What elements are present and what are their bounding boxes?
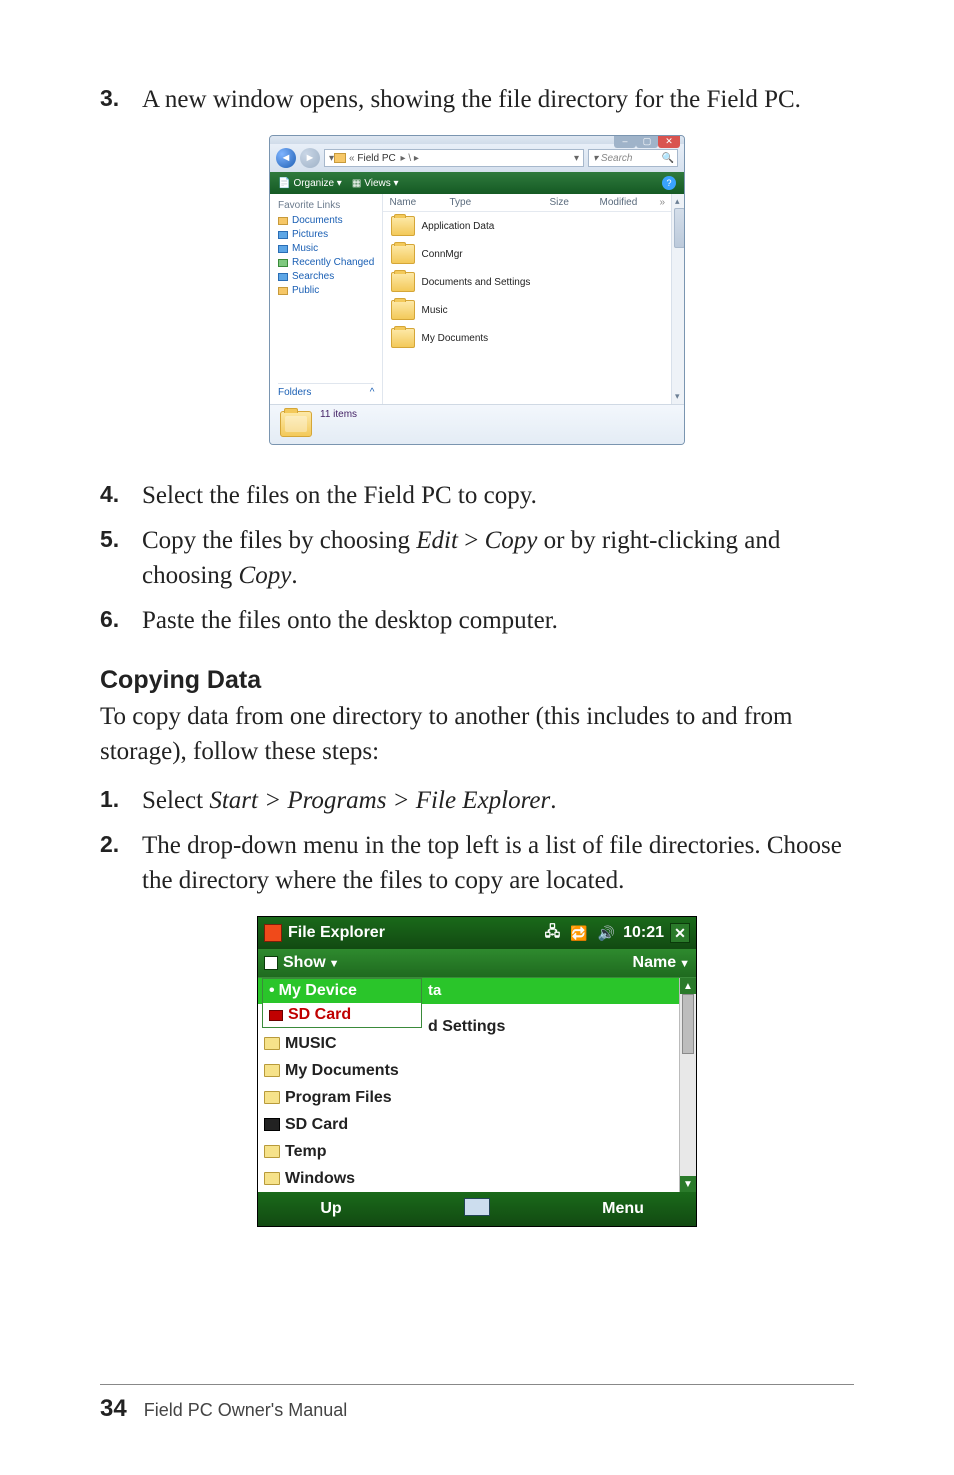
close-button[interactable]: ✕ <box>658 135 680 148</box>
list-item[interactable]: Program Files <box>264 1084 676 1111</box>
addr-label: Field PC <box>357 153 395 164</box>
folder-icon <box>264 1064 280 1077</box>
list-item[interactable]: Application Data <box>383 212 671 240</box>
list-item[interactable]: ConnMgr <box>383 240 671 268</box>
file-list: Application Data ConnMgr Documents and S… <box>383 212 671 404</box>
views-menu[interactable]: ▦ Views ▾ <box>352 178 399 189</box>
folder-icon <box>264 1172 280 1185</box>
dropdown-current[interactable]: My Device <box>263 979 421 1003</box>
mobile-screenshot: File Explorer 🖧 🔁 🔊 10:21 ✕ Show▼ Name▼ … <box>100 916 854 1227</box>
folder-icon <box>264 1145 280 1158</box>
folder-icon <box>391 216 415 236</box>
status-folder-icon <box>280 411 312 437</box>
folder-icon <box>334 153 346 163</box>
scrollbar[interactable] <box>671 194 684 404</box>
list-item[interactable]: My Documents <box>264 1057 676 1084</box>
step4-num: 4. <box>100 478 142 513</box>
show-icon <box>264 956 278 970</box>
sync-icon: 🔁 <box>570 925 587 942</box>
step5-num: 5. <box>100 523 142 593</box>
footer-title: Field PC Owner's Manual <box>144 1400 348 1420</box>
softkey-menu[interactable]: Menu <box>550 1200 696 1218</box>
list-item[interactable]: Documents and Settings <box>383 268 671 296</box>
step6-num: 6. <box>100 603 142 638</box>
list-item[interactable]: My Documents <box>383 324 671 352</box>
cstep2-num: 2. <box>100 828 142 898</box>
scrollbar[interactable]: ▲ ▼ <box>679 978 696 1192</box>
fav-public[interactable]: Public <box>278 285 374 296</box>
sidebar: Favorite Links Documents Pictures Music … <box>270 194 383 404</box>
step6-text: Paste the files onto the desktop compute… <box>142 603 854 638</box>
show-menu[interactable]: Show▼ <box>283 954 340 972</box>
scroll-up-icon[interactable]: ▲ <box>680 978 696 994</box>
folder-icon <box>391 300 415 320</box>
step5-text: Copy the files by choosing Edit > Copy o… <box>142 523 854 593</box>
signal-icon: 🖧 <box>545 921 561 945</box>
fav-documents[interactable]: Documents <box>278 215 374 226</box>
dropdown-item-sdcard[interactable]: SD Card <box>263 1003 421 1027</box>
step4-text: Select the files on the Field PC to copy… <box>142 478 854 513</box>
forward-button[interactable]: ► <box>300 148 320 168</box>
step3-text: A new window opens, showing the file dir… <box>142 82 854 117</box>
softkey-up[interactable]: Up <box>258 1200 404 1218</box>
list-item[interactable]: Music <box>383 296 671 324</box>
clock: 10:21 <box>623 924 664 942</box>
list-item[interactable]: Temp <box>264 1138 676 1165</box>
volume-icon: 🔊 <box>598 925 615 942</box>
search-placeholder: Search <box>601 153 633 164</box>
list-item[interactable]: Windows <box>264 1165 676 1192</box>
search-icon: 🔍 <box>662 153 674 164</box>
search-input[interactable]: ▾ Search 🔍 <box>588 149 678 167</box>
page-footer: 34 Field PC Owner's Manual <box>100 1384 854 1423</box>
status-bar: 11 items <box>270 404 684 444</box>
directory-dropdown[interactable]: My Device SD Card <box>262 978 422 1028</box>
cstep2-text: The drop-down menu in the top left is a … <box>142 828 854 898</box>
copying-data-heading: Copying Data <box>100 666 854 695</box>
row-frag-ta: ta <box>428 982 441 999</box>
folder-icon <box>264 1091 280 1104</box>
fav-pictures[interactable]: Pictures <box>278 229 374 240</box>
fav-header: Favorite Links <box>278 200 374 211</box>
start-icon[interactable] <box>264 924 282 942</box>
minimize-button[interactable]: – <box>614 135 636 148</box>
help-icon[interactable]: ? <box>662 176 676 190</box>
folders-chevron-icon[interactable]: ^ <box>370 387 375 398</box>
close-button[interactable]: ✕ <box>670 923 690 943</box>
status-text: 11 items <box>320 409 357 420</box>
cstep1-num: 1. <box>100 783 142 818</box>
fav-recent[interactable]: Recently Changed <box>278 257 374 268</box>
folders-label[interactable]: Folders <box>278 387 311 398</box>
address-bar[interactable]: ▾ « Field PC ▸ \ ▸ ▾ <box>324 149 584 167</box>
scroll-down-icon[interactable]: ▼ <box>680 1176 696 1192</box>
organize-menu[interactable]: 📄 Organize ▾ <box>278 178 342 189</box>
sdcard-icon <box>269 1010 283 1021</box>
fav-music[interactable]: Music <box>278 243 374 254</box>
folder-icon <box>264 1037 280 1050</box>
addr-sep: ▸ \ ▸ <box>401 153 419 164</box>
copying-intro: To copy data from one directory to anoth… <box>100 699 854 769</box>
cstep1-text: Select Start > Programs > File Explorer. <box>142 783 854 818</box>
back-button[interactable]: ◄ <box>276 148 296 168</box>
step3-num: 3. <box>100 82 142 117</box>
sort-menu[interactable]: Name▼ <box>633 954 690 972</box>
keyboard-button[interactable] <box>404 1198 550 1221</box>
folder-icon <box>391 328 415 348</box>
list-item[interactable]: SD Card <box>264 1111 676 1138</box>
vista-screenshot: – ▢ ✕ ◄ ► ▾ « Field PC ▸ \ ▸ ▾ ▾ <box>100 135 854 450</box>
sdcard-icon <box>264 1118 280 1131</box>
folder-icon <box>391 244 415 264</box>
folder-icon <box>391 272 415 292</box>
list-item[interactable]: MUSIC <box>264 1030 676 1057</box>
fav-searches[interactable]: Searches <box>278 271 374 282</box>
app-title: File Explorer <box>288 924 385 942</box>
column-headers[interactable]: Name Type Size Modified » <box>383 194 671 212</box>
page-number: 34 <box>100 1395 127 1422</box>
keyboard-icon <box>464 1198 490 1216</box>
maximize-button[interactable]: ▢ <box>636 135 658 148</box>
